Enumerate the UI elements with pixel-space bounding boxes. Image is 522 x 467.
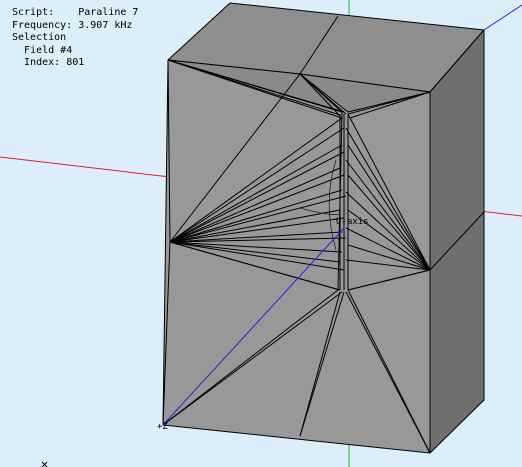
origin-marker-icon — [41, 461, 48, 467]
info-overlay: Script: Paraline 7 Frequency: 3.907 kHz Se… — [12, 7, 138, 70]
script-row: Script: Paraline 7 — [12, 7, 138, 20]
selection-heading: Selection — [12, 32, 67, 43]
z-axis-line-far — [483, 4, 522, 31]
3d-viewport[interactable]: +Z U-axis — [0, 0, 522, 467]
frequency-value: 3.907 kHz — [78, 19, 133, 31]
index-value: 801 — [66, 57, 85, 68]
script-value: Paraline 7 — [78, 7, 139, 18]
field-label: Field #4 — [24, 44, 73, 56]
frequency-label: Frequency: — [12, 19, 73, 31]
u-axis-label: U-axis — [336, 217, 369, 227]
index-row: Index: 801 — [12, 57, 138, 70]
model-mesh[interactable] — [162, 2, 485, 454]
index-label: Index: — [24, 57, 61, 68]
frequency-row: Frequency: 3.907 kHz — [12, 20, 138, 33]
x-axis-line-left — [0, 156, 171, 178]
z-axis-label: +Z — [157, 422, 168, 432]
script-label: Script: — [12, 7, 55, 18]
field-row: Field #4 — [12, 45, 138, 58]
